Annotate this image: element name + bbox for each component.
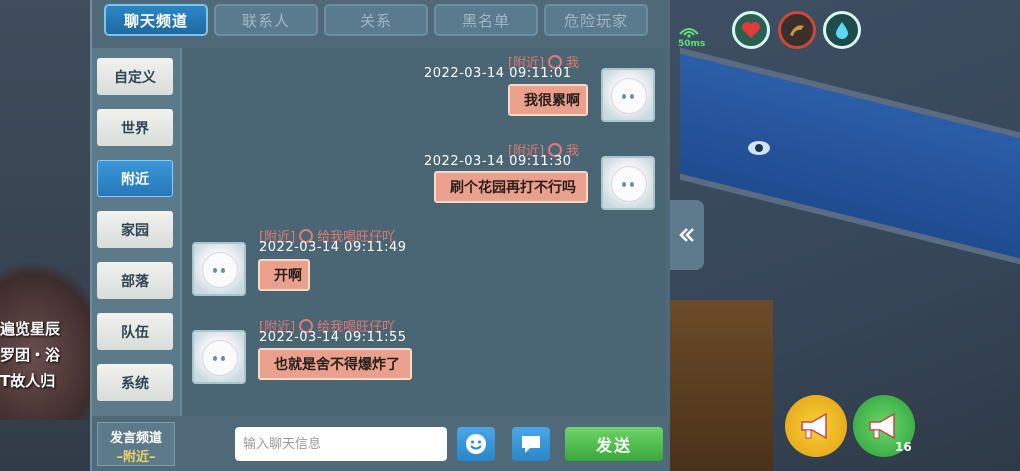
food-icon bbox=[790, 25, 804, 36]
chat-message-input[interactable] bbox=[235, 427, 447, 461]
double-chevron-left-icon bbox=[679, 228, 694, 242]
chat-tabs: 聊天频道 联系人 关系 黑名单 危险玩家 bbox=[104, 4, 648, 40]
sidebar-item-world[interactable]: 世界 bbox=[97, 109, 173, 146]
sidebar-item-tribe[interactable]: 部落 bbox=[97, 262, 173, 299]
message-bubble: 也就是舍不得爆炸了 bbox=[258, 348, 412, 380]
broadcast-button[interactable] bbox=[785, 395, 847, 457]
sidebar-item-team[interactable]: 队伍 bbox=[97, 313, 173, 350]
signal-icon bbox=[679, 28, 699, 38]
water-button[interactable] bbox=[823, 11, 861, 49]
megaphone-icon bbox=[801, 412, 827, 440]
speak-channel-value: –附近– bbox=[116, 450, 156, 465]
tab-dangerous-players[interactable]: 危险玩家 bbox=[544, 4, 648, 36]
sidebar-item-system[interactable]: 系统 bbox=[97, 364, 173, 401]
channel-sidebar: 自定义 世界 附近 家园 部落 队伍 系统 bbox=[92, 48, 182, 416]
sidebar-item-home[interactable]: 家园 bbox=[97, 211, 173, 248]
quick-chat-button[interactable] bbox=[512, 427, 550, 461]
send-button[interactable]: 发送 bbox=[565, 427, 663, 461]
speak-channel-selector[interactable]: 发言频道 –附近– bbox=[97, 422, 175, 466]
smiley-icon bbox=[466, 434, 486, 454]
avatar[interactable] bbox=[192, 242, 246, 296]
message-time: 2022-03-14 09:11:30 bbox=[424, 154, 572, 169]
emoji-button[interactable] bbox=[457, 427, 495, 461]
sidebar-item-nearby[interactable]: 附近 bbox=[97, 160, 173, 197]
wooden-crate bbox=[668, 300, 773, 471]
world-name-tag-1: 遍览星辰 bbox=[0, 320, 61, 338]
eye-icon[interactable] bbox=[747, 140, 771, 156]
speak-channel-label: 发言频道 bbox=[109, 431, 162, 446]
message-bubble: 我很累啊 bbox=[508, 84, 588, 116]
chat-panel: 聊天频道 联系人 关系 黑名单 危险玩家 自定义 世界 附近 家园 部落 队伍 … bbox=[90, 0, 670, 471]
message-time: 2022-03-14 09:11:55 bbox=[259, 330, 407, 345]
tab-blacklist[interactable]: 黑名单 bbox=[434, 4, 538, 36]
message-time: 2022-03-14 09:11:49 bbox=[259, 240, 407, 255]
ping-indicator: 50ms bbox=[678, 24, 705, 49]
avatar[interactable] bbox=[601, 68, 655, 122]
loudspeaker-icon bbox=[869, 412, 895, 440]
ping-text: 50ms bbox=[678, 39, 706, 49]
stamina-button[interactable] bbox=[778, 11, 816, 49]
speaker-count-badge: 16 bbox=[895, 440, 912, 454]
tab-chat-channel[interactable]: 聊天频道 bbox=[104, 4, 208, 36]
tab-contacts[interactable]: 联系人 bbox=[214, 4, 318, 36]
message-list: [附近] 我 2022-03-14 09:11:01 我很累啊 [附近] 我 202… bbox=[182, 48, 666, 416]
speech-bubble-icon bbox=[522, 436, 540, 453]
world-name-tag-3: T故人归 bbox=[0, 372, 56, 390]
message-bubble: 刷个花园再打不行吗 bbox=[434, 171, 588, 203]
avatar[interactable] bbox=[601, 156, 655, 210]
message-bubble: 开啊 bbox=[258, 259, 310, 291]
message-time: 2022-03-14 09:11:01 bbox=[424, 66, 572, 81]
heart-icon bbox=[742, 22, 760, 38]
health-heart-button[interactable] bbox=[732, 11, 770, 49]
collapse-panel-button[interactable] bbox=[670, 200, 704, 270]
tab-relations[interactable]: 关系 bbox=[324, 4, 428, 36]
world-name-tag-2: 罗团・浴 bbox=[0, 346, 61, 364]
avatar[interactable] bbox=[192, 330, 246, 384]
chat-input-bar: 发言频道 –附近– 发送 bbox=[92, 418, 670, 471]
sidebar-item-custom[interactable]: 自定义 bbox=[97, 58, 173, 95]
water-drop-icon bbox=[836, 22, 848, 39]
